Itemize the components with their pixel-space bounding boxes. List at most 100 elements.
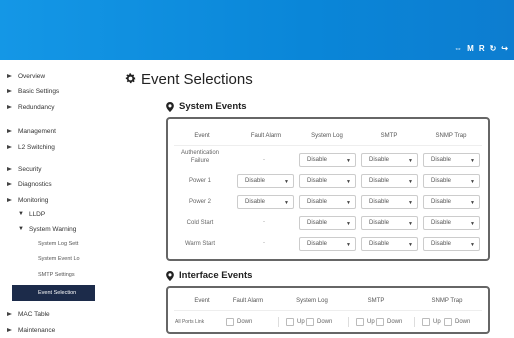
m-icon[interactable]: M [467,44,474,53]
sidebar-item-l2-switching[interactable]: L2 Switching [0,139,95,155]
chevron-down-icon: ▼ [470,242,475,248]
column-header-smtp: SMTP [380,133,398,139]
arrow-icon [7,144,13,150]
fault-alarm-down-checkbox[interactable] [226,318,234,326]
column-header-snmp-trap: SNMP Trap [431,298,463,304]
chevron-down-icon: ▼ [18,226,24,232]
snmp-trap-down-checkbox[interactable] [444,318,452,326]
column-header-system-log: System Log [311,133,343,139]
sidebar-item-overview[interactable]: Overview [0,68,95,84]
chevron-down-icon: ▼ [408,221,413,227]
chevron-down-icon: ▼ [408,242,413,248]
smtp-select[interactable]: Disable ▼ [361,237,418,251]
sidebar-item-maintenance[interactable]: Maintenance [0,322,95,338]
map-pin-icon [166,270,174,281]
arrow-icon [7,181,13,187]
system-log-up-checkbox[interactable] [286,318,294,326]
chevron-down-icon: ▼ [346,179,351,185]
arrow-icon [7,128,13,134]
header-banner: ⇔ M R ↻ ↪ [0,0,514,60]
column-divider [348,317,349,327]
system-log-down-label: Down [317,319,333,325]
column-divider [278,317,279,327]
snmp-trap-select[interactable]: Disable ▼ [423,153,480,167]
sidebar-item-lldp[interactable]: ▼ LLDP [0,206,95,222]
event-label-authentication-failure: Authentication Failure [180,150,220,164]
system-log-select[interactable]: Disable ▼ [299,153,356,167]
logout-icon[interactable]: ↪ [501,44,508,53]
system-log-select[interactable]: Disable ▼ [299,195,356,209]
fault-alarm-select[interactable]: Disable ▼ [237,195,294,209]
system-log-select[interactable]: Disable ▼ [299,237,356,251]
event-label-power-1: Power 1 [188,178,211,184]
refresh-icon[interactable]: ↻ [490,44,497,53]
sidebar-item-mac-table[interactable]: MAC Table [0,306,95,322]
column-header-event: Event [194,298,210,304]
snmp-trap-select[interactable]: Disable ▼ [423,195,480,209]
system-log-up-label: Up [297,319,305,325]
smtp-select[interactable]: Disable ▼ [361,216,418,230]
sidebar-item-system-warning[interactable]: ▼ System Warning [0,221,95,237]
column-divider [414,317,415,327]
map-pin-icon [166,101,174,112]
event-label-power-2: Power 2 [188,199,211,205]
column-header-fault-alarm: Fault Alarm [250,133,282,139]
chevron-down-icon: ▼ [284,200,289,206]
chevron-down-icon: ▼ [346,158,351,164]
fault-alarm-select[interactable]: Disable ▼ [237,174,294,188]
sidebar-item-system-log-settings[interactable]: System Log Sett [0,236,95,252]
header-toolbar: ⇔ M R ↻ ↪ [454,44,508,53]
sidebar-item-redundancy[interactable]: Redundancy [0,99,95,115]
smtp-up-label: Up [367,319,375,325]
chevron-down-icon: ▼ [346,200,351,206]
sidebar-item-diagnostics[interactable]: Diagnostics [0,176,95,192]
fault-alarm-na: - [263,240,265,246]
chevron-down-icon: ▼ [470,221,475,227]
snmp-trap-up-label: Up [433,319,441,325]
sidebar-item-management[interactable]: Management [0,123,95,139]
system-log-down-checkbox[interactable] [306,318,314,326]
header-divider [174,310,482,311]
event-label-all-ports-link: All Ports Link [175,319,205,325]
event-label-warm-start: Warm Start [184,241,216,247]
page-title: Event Selections [141,71,253,88]
snmp-trap-select[interactable]: Disable ▼ [423,216,480,230]
arrow-icon [7,197,13,203]
smtp-up-checkbox[interactable] [356,318,364,326]
arrow-icon [7,88,13,94]
smtp-select[interactable]: Disable ▼ [361,153,418,167]
header-divider [174,145,482,146]
sidebar-item-security[interactable]: Security [0,161,95,177]
smtp-select[interactable]: Disable ▼ [361,174,418,188]
chevron-down-icon: ▼ [408,200,413,206]
chevron-down-icon: ▼ [408,158,413,164]
event-label-cold-start: Cold Start [186,220,214,226]
r-icon[interactable]: R [479,44,485,53]
sidebar-item-event-selection[interactable]: Event Selection [12,285,95,301]
gear-icon [125,73,136,84]
smtp-select[interactable]: Disable ▼ [361,195,418,209]
arrow-icon [7,166,13,172]
smtp-down-checkbox[interactable] [376,318,384,326]
snmp-trap-up-checkbox[interactable] [422,318,430,326]
arrow-icon [7,311,13,317]
sidebar: Overview Basic Settings Redundancy Manag… [0,64,95,334]
interface-events-heading: Interface Events [166,270,252,281]
swap-icon[interactable]: ⇔ [454,44,462,53]
system-log-select[interactable]: Disable ▼ [299,174,356,188]
arrow-icon [7,104,13,110]
snmp-trap-down-label: Down [455,319,471,325]
column-header-snmp-trap: SNMP Trap [435,133,467,139]
sidebar-item-system-event-log[interactable]: System Event Lo [0,251,95,267]
system-log-select[interactable]: Disable ▼ [299,216,356,230]
arrow-icon [7,73,13,79]
sidebar-item-basic-settings[interactable]: Basic Settings [0,83,95,99]
snmp-trap-select[interactable]: Disable ▼ [423,174,480,188]
column-header-fault-alarm: Fault Alarm [232,298,264,304]
chevron-down-icon: ▼ [346,221,351,227]
system-events-panel: Event Fault Alarm System Log SMTP SNMP T… [166,117,490,261]
chevron-down-icon: ▼ [18,211,24,217]
sidebar-item-smtp-settings[interactable]: SMTP Settings [0,267,95,283]
snmp-trap-select[interactable]: Disable ▼ [423,237,480,251]
column-header-system-log: System Log [296,298,328,304]
